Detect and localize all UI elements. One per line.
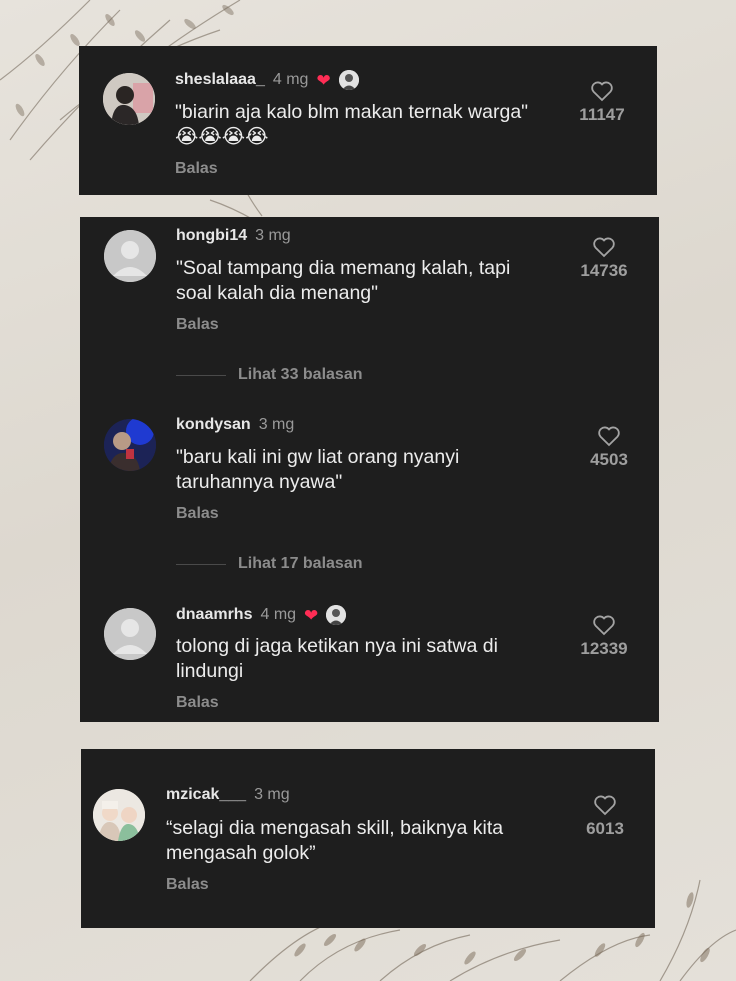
like-count: 14736 xyxy=(580,261,628,280)
heart-outline-icon xyxy=(593,237,615,258)
username[interactable]: kondysan xyxy=(176,416,251,434)
like-button[interactable]: 4503 xyxy=(574,425,644,470)
timestamp: 3 mg xyxy=(255,227,291,244)
timestamp: 3 mg xyxy=(258,416,295,433)
heart-outline-icon xyxy=(594,795,616,816)
like-button[interactable]: 6013 xyxy=(570,794,640,839)
reply-button[interactable]: Balas xyxy=(175,160,218,178)
comment-text-line-2: mengasah golok” xyxy=(166,842,316,864)
like-count: 11147 xyxy=(579,105,625,124)
comment-text-line-2: soal kalah dia menang" xyxy=(176,282,379,304)
avatar[interactable] xyxy=(93,789,145,841)
comment-text-line-1: "Soal tampang dia memang kalah, tapi xyxy=(176,257,511,279)
creator-avatar-icon xyxy=(338,70,359,90)
comment-text-line-1: tolong di jaga ketikan nya ini satwa di xyxy=(176,635,498,657)
comment-card: sheslalaaa_ 4 mg ❤ "biarin aja kalo blm … xyxy=(79,46,657,195)
view-replies-button[interactable]: Lihat 17 balasan xyxy=(176,555,363,573)
comment-text: "biarin aja kalo blm makan ternak warga" xyxy=(175,101,529,123)
default-avatar[interactable] xyxy=(104,230,156,282)
creator-avatar-icon xyxy=(326,605,347,625)
comment-card: mzicak___ 3 mg “selagi dia mengasah skil… xyxy=(81,749,655,928)
comment-text-line-1: “selagi dia mengasah skill, baiknya kita xyxy=(166,817,504,839)
avatar[interactable] xyxy=(104,419,156,471)
reply-button[interactable]: Balas xyxy=(166,876,209,894)
avatar[interactable] xyxy=(103,73,155,125)
reply-button[interactable]: Balas xyxy=(176,505,219,523)
reply-button[interactable]: Balas xyxy=(176,694,219,712)
heart-outline-icon xyxy=(593,615,615,636)
like-count: 6013 xyxy=(586,819,624,838)
heart-outline-icon xyxy=(598,426,620,447)
username[interactable]: sheslalaaa_ xyxy=(175,71,265,89)
comment-text-line-1: "baru kali ini gw liat orang nyanyi xyxy=(176,446,460,468)
creator-liked-heart-icon: ❤ xyxy=(304,605,319,625)
view-replies-label: Lihat 33 balasan xyxy=(238,366,363,383)
divider-line xyxy=(176,374,226,376)
view-replies-label: Lihat 17 balasan xyxy=(238,555,363,572)
reply-button[interactable]: Balas xyxy=(176,316,219,334)
comment-text-line-2: taruhannya nyawa" xyxy=(176,471,343,493)
like-button[interactable]: 14736 xyxy=(569,236,639,281)
comment-item: sheslalaaa_ 4 mg ❤ "biarin aja kalo blm … xyxy=(79,46,657,195)
username[interactable]: dnaamrhs xyxy=(176,606,252,624)
comment-text-line-2: lindungi xyxy=(176,660,244,682)
creator-liked-heart-icon: ❤ xyxy=(316,70,331,90)
timestamp: 4 mg xyxy=(260,606,297,623)
view-replies-button[interactable]: Lihat 33 balasan xyxy=(176,366,363,384)
divider-line xyxy=(176,563,226,565)
like-button[interactable]: 11147 xyxy=(567,80,637,125)
heart-outline-icon xyxy=(591,81,613,102)
username[interactable]: mzicak___ xyxy=(166,786,246,804)
comment-card: hongbi14 3 mg "Soal tampang dia memang k… xyxy=(80,217,659,722)
timestamp: 3 mg xyxy=(254,786,290,803)
like-count: 12339 xyxy=(580,639,628,658)
username[interactable]: hongbi14 xyxy=(176,227,247,245)
like-button[interactable]: 12339 xyxy=(569,614,639,659)
like-count: 4503 xyxy=(590,450,628,469)
comment-emoji: 😭😭😭😭 xyxy=(175,126,269,148)
default-avatar[interactable] xyxy=(104,608,156,660)
timestamp: 4 mg xyxy=(272,71,309,88)
